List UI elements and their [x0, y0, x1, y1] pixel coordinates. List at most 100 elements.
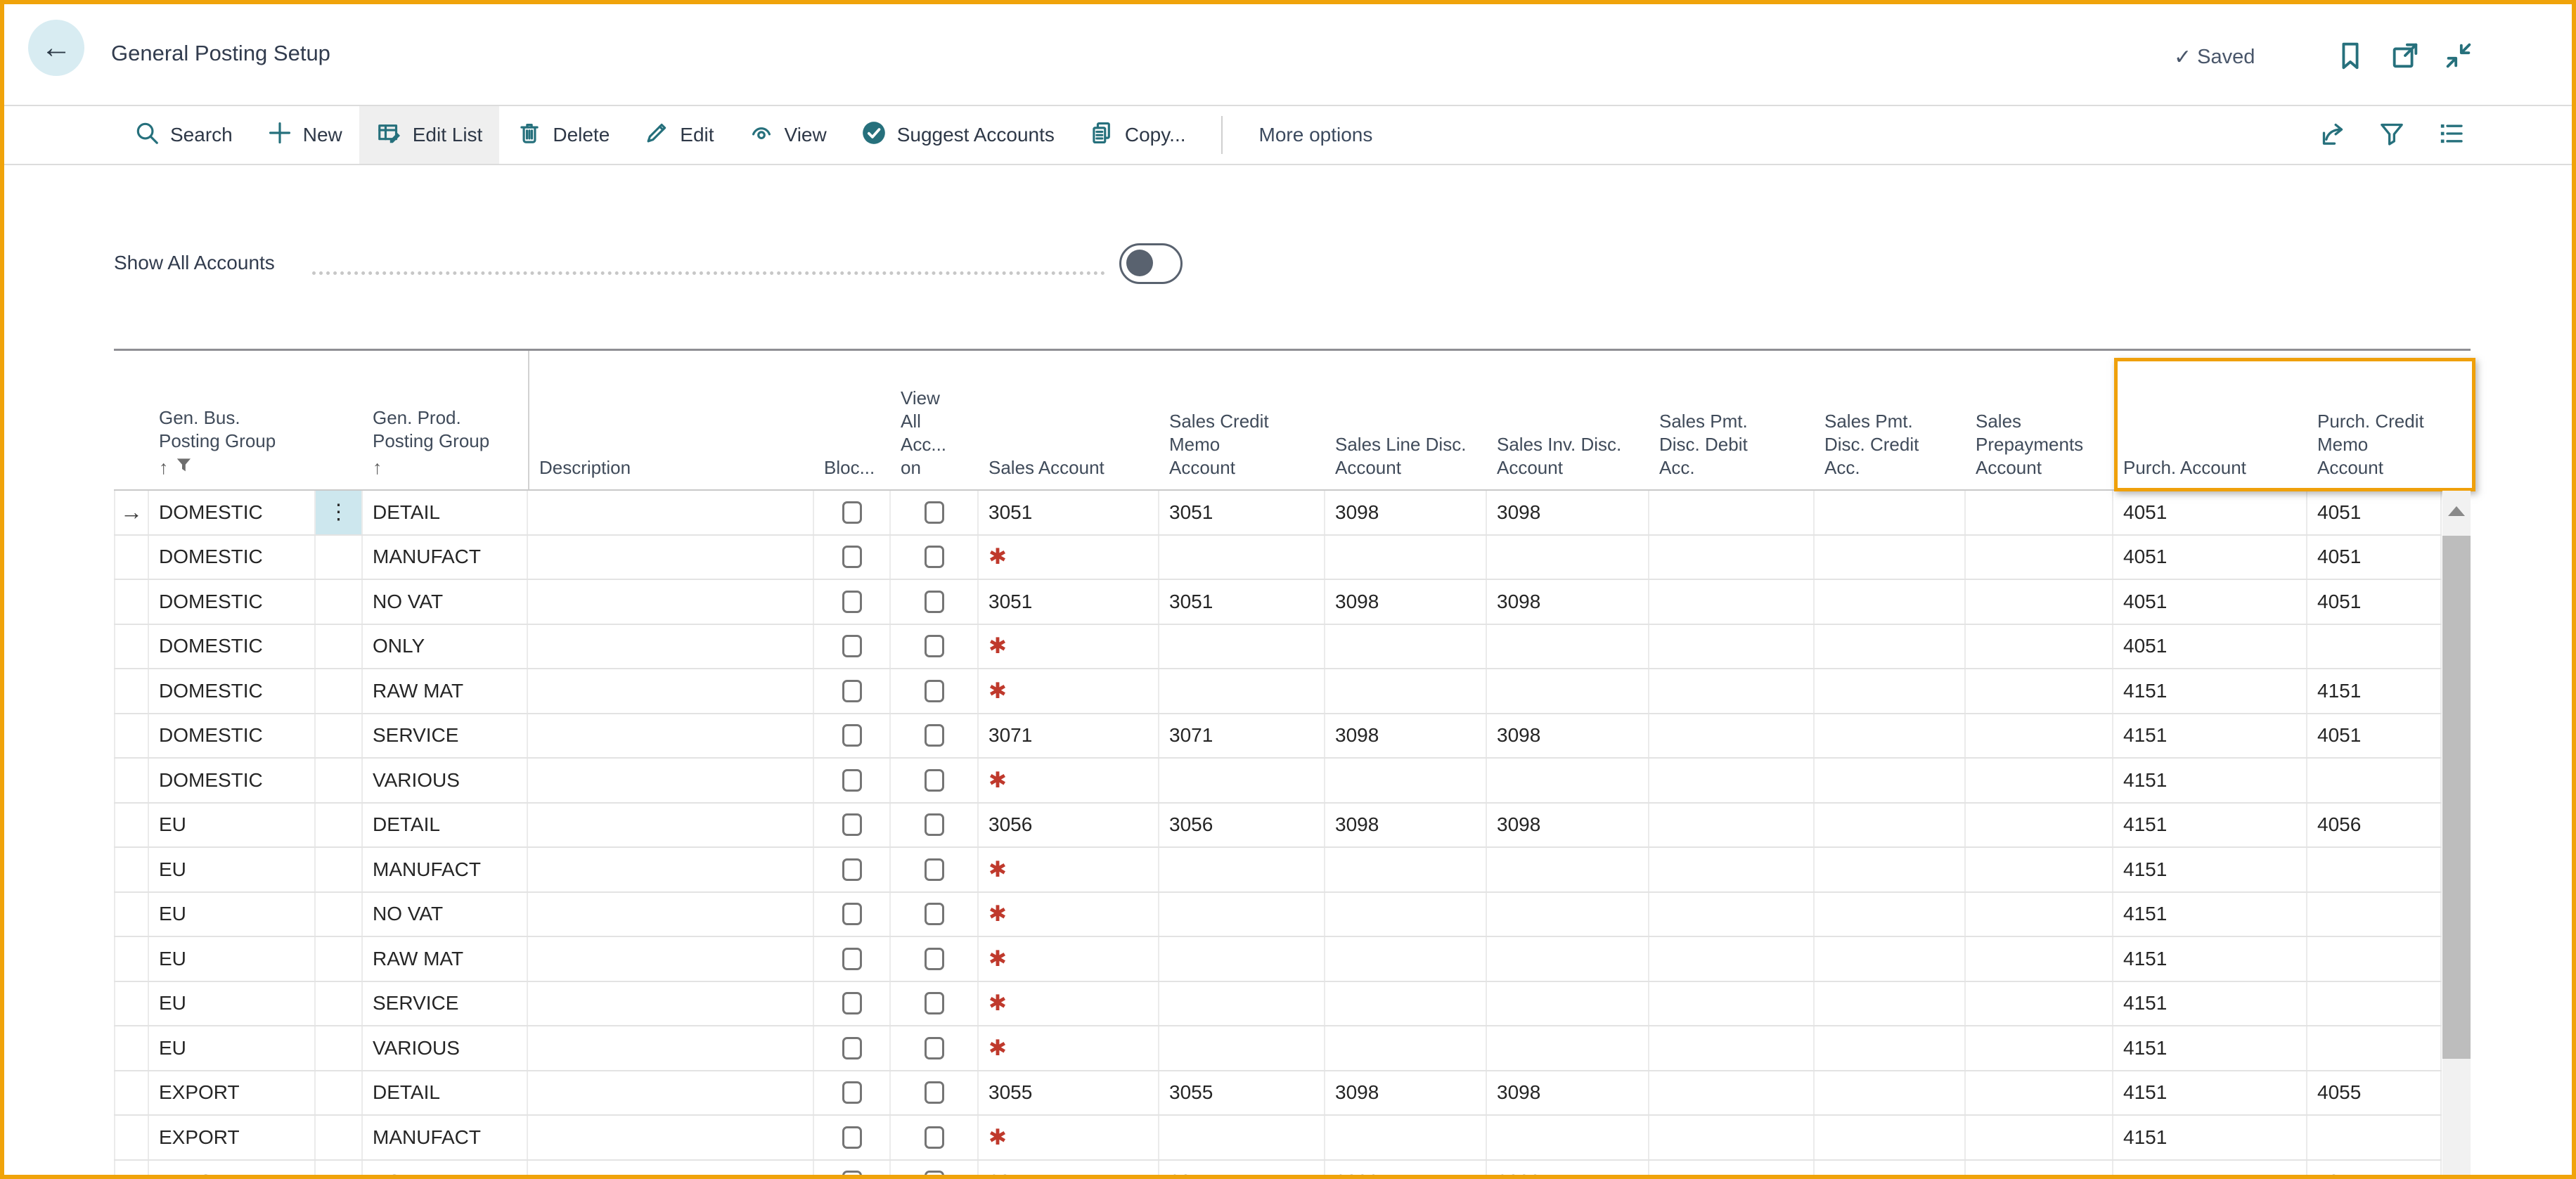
gen-bus-cell[interactable]: EU	[149, 848, 316, 891]
sales-account-cell[interactable]: ✱	[979, 759, 1159, 802]
sales-credit-memo-cell[interactable]: 3055	[1159, 1071, 1325, 1114]
blocked-checkbox-cell[interactable]	[814, 580, 891, 624]
purch-credit-memo-cell[interactable]	[2307, 1116, 2442, 1159]
sales-inv-disc-cell[interactable]	[1487, 759, 1649, 802]
gen-prod-cell[interactable]: NO VAT	[363, 580, 528, 624]
view-all-checkbox-cell[interactable]	[891, 714, 979, 757]
column-header-sales-line-disc[interactable]: Sales Line Disc. Account	[1325, 351, 1487, 489]
blocked-checkbox[interactable]	[842, 1171, 862, 1175]
gen-bus-cell[interactable]: EXPORT	[149, 1116, 316, 1159]
blocked-checkbox[interactable]	[842, 635, 862, 658]
view-all-checkbox[interactable]	[924, 1081, 944, 1104]
new-button[interactable]: New	[250, 106, 359, 164]
column-header-view-all[interactable]: View All Acc... on	[891, 351, 979, 489]
gen-prod-cell[interactable]: DETAIL	[363, 491, 528, 534]
suggest-accounts-button[interactable]: Suggest Accounts	[844, 106, 1071, 164]
sales-prepayments-cell[interactable]	[1966, 892, 2113, 936]
search-button[interactable]: Search	[117, 106, 250, 164]
row-menu-cell[interactable]	[316, 624, 363, 668]
blocked-checkbox[interactable]	[842, 768, 862, 792]
blocked-checkbox[interactable]	[842, 590, 862, 613]
sales-prepayments-cell[interactable]	[1966, 535, 2113, 579]
sales-line-disc-cell[interactable]	[1325, 1026, 1487, 1070]
row-selector-cell[interactable]: →	[114, 491, 149, 534]
row-selector-cell[interactable]	[114, 1071, 149, 1114]
sales-account-cell[interactable]: ✱	[979, 1116, 1159, 1159]
open-in-new-window-icon[interactable]	[2389, 39, 2421, 72]
row-menu-cell[interactable]	[316, 892, 363, 936]
sales-pmt-disc-credit-cell[interactable]	[1815, 937, 1966, 981]
sales-account-cell[interactable]: 3051	[979, 491, 1159, 534]
sales-account-cell[interactable]: ✱	[979, 1026, 1159, 1070]
sales-inv-disc-cell[interactable]	[1487, 669, 1649, 713]
sales-account-cell[interactable]: ✱	[979, 981, 1159, 1025]
view-all-checkbox-cell[interactable]	[891, 669, 979, 713]
sales-pmt-disc-credit-cell[interactable]	[1815, 669, 1966, 713]
blocked-checkbox-cell[interactable]	[814, 848, 891, 891]
sales-credit-memo-cell[interactable]	[1159, 535, 1325, 579]
view-all-checkbox-cell[interactable]	[891, 937, 979, 981]
view-all-checkbox[interactable]	[924, 590, 944, 613]
gen-bus-cell[interactable]: EU	[149, 937, 316, 981]
view-all-checkbox[interactable]	[924, 858, 944, 881]
sales-prepayments-cell[interactable]	[1966, 580, 2113, 624]
gen-bus-cell[interactable]: EU	[149, 803, 316, 846]
view-all-checkbox[interactable]	[924, 546, 944, 569]
sales-line-disc-cell[interactable]	[1325, 937, 1487, 981]
sales-pmt-disc-credit-cell[interactable]	[1815, 981, 1966, 1025]
sales-account-cell[interactable]: 3071	[979, 714, 1159, 757]
sales-pmt-disc-credit-cell[interactable]	[1815, 580, 1966, 624]
sales-credit-memo-cell[interactable]: 3055	[1159, 1160, 1325, 1175]
back-button[interactable]: ←	[28, 20, 84, 76]
sales-pmt-disc-credit-cell[interactable]	[1815, 892, 1966, 936]
view-all-checkbox[interactable]	[924, 724, 944, 747]
sales-pmt-disc-credit-cell[interactable]	[1815, 491, 1966, 534]
row-menu-cell[interactable]	[316, 714, 363, 757]
row-menu-cell[interactable]	[316, 1160, 363, 1175]
blocked-checkbox-cell[interactable]	[814, 714, 891, 757]
sales-pmt-disc-debit-cell[interactable]	[1649, 580, 1815, 624]
description-cell[interactable]	[528, 580, 814, 624]
sales-pmt-disc-credit-cell[interactable]	[1815, 714, 1966, 757]
blocked-checkbox[interactable]	[842, 858, 862, 881]
sales-pmt-disc-debit-cell[interactable]	[1649, 491, 1815, 534]
sales-account-cell[interactable]: 3051	[979, 580, 1159, 624]
row-menu-cell[interactable]	[316, 1071, 363, 1114]
sales-line-disc-cell[interactable]	[1325, 892, 1487, 936]
gen-bus-cell[interactable]: DOMESTIC	[149, 580, 316, 624]
view-all-checkbox-cell[interactable]	[891, 624, 979, 668]
row-selector-cell[interactable]	[114, 937, 149, 981]
sales-account-cell[interactable]: 3055	[979, 1160, 1159, 1175]
purch-account-cell[interactable]: 4151	[2113, 937, 2307, 981]
gen-bus-cell[interactable]: EU	[149, 981, 316, 1025]
row-selector-cell[interactable]	[114, 1160, 149, 1175]
row-menu-cell[interactable]	[316, 981, 363, 1025]
sales-credit-memo-cell[interactable]	[1159, 937, 1325, 981]
purch-account-cell[interactable]: 4151	[2113, 803, 2307, 846]
sales-inv-disc-cell[interactable]: 3098	[1487, 1160, 1649, 1175]
purch-credit-memo-cell[interactable]	[2307, 1026, 2442, 1070]
blocked-checkbox[interactable]	[842, 947, 862, 970]
view-all-checkbox[interactable]	[924, 501, 944, 524]
sales-inv-disc-cell[interactable]	[1487, 535, 1649, 579]
description-cell[interactable]	[528, 759, 814, 802]
sales-account-cell[interactable]: ✱	[979, 535, 1159, 579]
sales-credit-memo-cell[interactable]: 3056	[1159, 803, 1325, 846]
description-cell[interactable]	[528, 1160, 814, 1175]
gen-prod-cell[interactable]: NO VAT	[363, 1160, 528, 1175]
gen-bus-cell[interactable]: EXPORT	[149, 1160, 316, 1175]
sales-pmt-disc-credit-cell[interactable]	[1815, 1026, 1966, 1070]
bookmark-icon[interactable]	[2334, 39, 2366, 72]
blocked-checkbox-cell[interactable]	[814, 1116, 891, 1159]
purch-credit-memo-cell[interactable]: 4051	[2307, 714, 2442, 757]
blocked-checkbox[interactable]	[842, 1036, 862, 1059]
sales-line-disc-cell[interactable]	[1325, 624, 1487, 668]
row-menu-cell[interactable]	[316, 937, 363, 981]
purch-account-cell[interactable]: 4151	[2113, 1026, 2307, 1070]
sales-credit-memo-cell[interactable]	[1159, 669, 1325, 713]
gen-prod-cell[interactable]: SERVICE	[363, 981, 528, 1025]
sales-credit-memo-cell[interactable]	[1159, 624, 1325, 668]
delete-button[interactable]: Delete	[499, 106, 626, 164]
blocked-checkbox[interactable]	[842, 501, 862, 524]
sales-pmt-disc-credit-cell[interactable]	[1815, 848, 1966, 891]
